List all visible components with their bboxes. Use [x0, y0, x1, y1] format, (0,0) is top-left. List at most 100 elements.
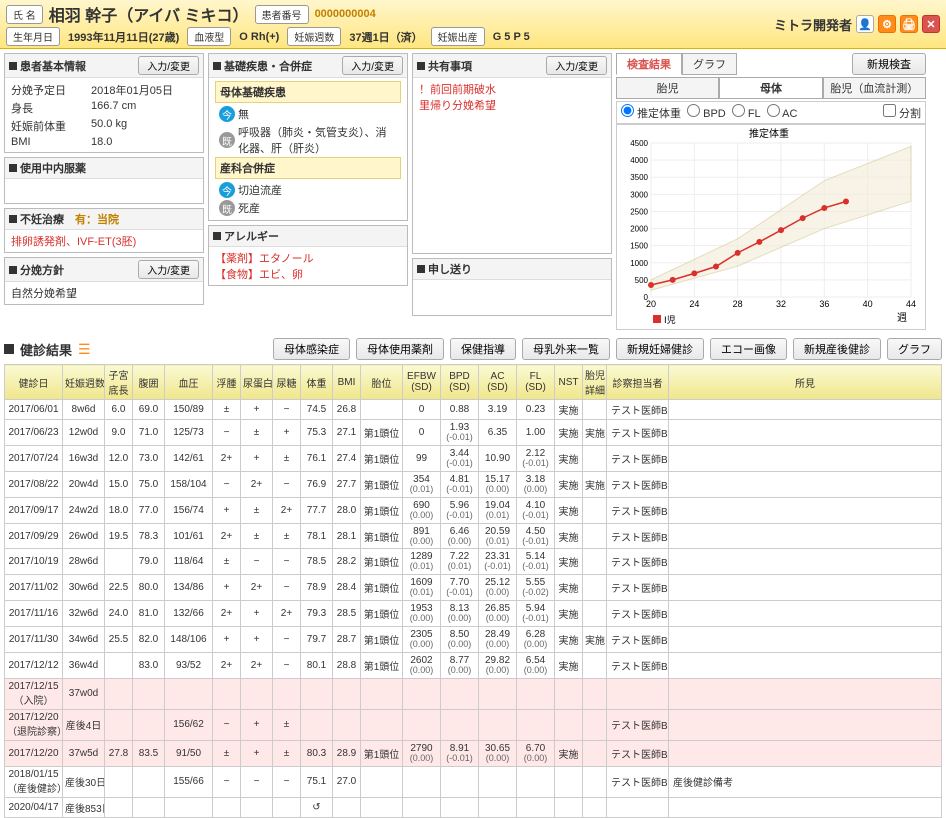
growth-chart: 0500100015002000250030003500400045002024…: [616, 124, 926, 330]
column-header: 子宮底長: [105, 365, 133, 400]
svg-text:2500: 2500: [630, 207, 648, 216]
svg-text:44: 44: [906, 299, 916, 309]
column-header: EFBW(SD): [403, 365, 441, 400]
table-row[interactable]: 2020/04/17産後853日↺: [5, 797, 942, 817]
subtab-fetus[interactable]: 胎児: [616, 77, 719, 99]
table-row[interactable]: 2017/08/2220w4d15.075.0158/104−2+−76.927…: [5, 471, 942, 497]
settings-icon[interactable]: ⚙: [878, 15, 896, 33]
print-icon[interactable]: 🖨: [900, 15, 918, 33]
meds-title: 使用中内服薬: [20, 163, 86, 175]
edit-shared-button[interactable]: 入力/変更: [546, 56, 607, 75]
birth-value: G 5 P 5: [493, 31, 530, 43]
table-row[interactable]: 2017/11/3034w6d25.582.0148/106++−79.728.…: [5, 627, 942, 653]
edit-underlying-button[interactable]: 入力/変更: [342, 56, 403, 75]
svg-text:20: 20: [646, 299, 656, 309]
label-weeks: 妊娠週数: [287, 27, 341, 46]
tab-results[interactable]: 検査結果: [616, 53, 682, 75]
lower-button[interactable]: グラフ: [887, 338, 942, 360]
patient-header: 氏 名 相羽 幹子（アイバ ミキコ） 患者番号 0000000004 生年月日 …: [0, 0, 946, 49]
column-header: 尿糖: [273, 365, 301, 400]
table-row[interactable]: 2017/09/2926w0d19.578.3101/612+±±78.128.…: [5, 523, 942, 549]
radio-efw[interactable]: 推定体重: [621, 104, 681, 121]
referral-title: 申し送り: [428, 264, 472, 276]
underlying-title: 基礎疾患・合併症: [224, 61, 312, 73]
svg-text:500: 500: [635, 276, 649, 285]
radio-fl[interactable]: FL: [732, 104, 761, 121]
column-header: 体重: [301, 365, 333, 400]
table-row[interactable]: 2017/06/2312w0d9.071.0125/73−±+75.327.1第…: [5, 420, 942, 446]
table-row[interactable]: 2017/11/0230w6d22.580.0134/86+2+−78.928.…: [5, 575, 942, 601]
lower-button[interactable]: 母乳外来一覧: [522, 338, 610, 360]
svg-text:36: 36: [819, 299, 829, 309]
lower-button[interactable]: 保健指導: [450, 338, 516, 360]
lower-button[interactable]: エコー画像: [710, 338, 787, 360]
table-row[interactable]: 2017/12/20（退院診察）産後4日156/62−+±テスト医師B: [5, 709, 942, 740]
radio-ac[interactable]: AC: [767, 104, 798, 121]
svg-text:週: 週: [897, 312, 907, 324]
patient-id: 0000000004: [315, 8, 376, 20]
infert-detail: 排卵誘発剤、IVF-ET(3胚): [11, 236, 136, 248]
label-dob: 生年月日: [6, 27, 60, 46]
column-header: AC(SD): [479, 365, 517, 400]
today-icon: 今: [219, 106, 235, 122]
blood-value: O Rh(+): [239, 31, 279, 43]
column-header: NST: [555, 365, 583, 400]
column-header: 浮腫: [213, 365, 241, 400]
panel-referral: 申し送り: [412, 258, 612, 316]
panel-shared: 共有事項 入力/変更 ！前回前期破水 里帰り分娩希望: [412, 53, 612, 254]
table-row[interactable]: 2017/12/15（入院）37w0d: [5, 678, 942, 709]
svg-text:3500: 3500: [630, 173, 648, 182]
label-patient-id: 患者番号: [255, 5, 309, 24]
exam-results-title: 健診結果: [20, 340, 72, 359]
svg-text:推定体重: 推定体重: [749, 127, 789, 140]
patient-name: 相羽 幹子（アイバ ミキコ）: [49, 2, 249, 26]
lower-button[interactable]: 母体使用薬剤: [356, 338, 444, 360]
label-birth: 妊娠出産: [431, 27, 485, 46]
column-header: 健診日: [5, 365, 63, 400]
column-header: 妊娠週数: [63, 365, 105, 400]
close-icon[interactable]: ✕: [922, 15, 940, 33]
column-header: 胎位: [361, 365, 403, 400]
lower-button[interactable]: 新規産後健診: [793, 338, 881, 360]
table-row[interactable]: 2017/10/1928w6d79.0118/64±−−78.528.2第1頭位…: [5, 549, 942, 575]
column-header: BMI: [333, 365, 361, 400]
edit-delivery-button[interactable]: 入力/変更: [138, 260, 199, 279]
table-row[interactable]: 2017/09/1724w2d18.077.0156/74+±2+77.728.…: [5, 497, 942, 523]
column-header: 診察担当者: [607, 365, 669, 400]
subtab-mother[interactable]: 母体: [719, 77, 822, 99]
lower-button[interactable]: 新規妊婦健診: [616, 338, 704, 360]
label-name: 氏 名: [6, 5, 43, 24]
dob-value: 1993年11月11日(27歳): [68, 29, 179, 45]
checkbox-split[interactable]: 分割: [883, 104, 921, 121]
table-row[interactable]: 2017/12/2037w5d27.883.591/50±+±80.328.9第…: [5, 740, 942, 766]
infert-title: 不妊治療: [20, 214, 64, 226]
profile-icon[interactable]: 👤: [856, 15, 874, 33]
table-row[interactable]: 2017/07/2416w3d12.073.0142/612++±76.127.…: [5, 445, 942, 471]
table-row[interactable]: 2018/01/15（産後健診）産後30日155/66−−−75.127.0テス…: [5, 766, 942, 797]
subtab-fetus-flow[interactable]: 胎児（血流計測）: [823, 77, 926, 99]
svg-text:2000: 2000: [630, 225, 648, 234]
svg-text:4500: 4500: [630, 139, 648, 148]
allergy-title: アレルギー: [224, 231, 279, 243]
history-icon: 既: [219, 200, 235, 216]
tab-graph[interactable]: グラフ: [682, 53, 737, 75]
column-header: 尿蛋白: [241, 365, 273, 400]
svg-text:24: 24: [689, 299, 699, 309]
lower-button[interactable]: 母体感染症: [273, 338, 350, 360]
svg-text:1000: 1000: [630, 259, 648, 268]
table-row[interactable]: 2017/11/1632w6d24.081.0132/662++2+79.328…: [5, 601, 942, 627]
shared-title: 共有事項: [428, 61, 472, 73]
today-icon: 今: [219, 182, 235, 198]
edit-basic-button[interactable]: 入力/変更: [138, 56, 199, 75]
table-row[interactable]: 2017/12/1236w4d83.093/522+2+−80.128.8第1頭…: [5, 653, 942, 679]
basic-title: 患者基本情報: [20, 61, 86, 73]
svg-text:28: 28: [733, 299, 743, 309]
panel-basic-info: 患者基本情報 入力/変更 分娩予定日2018年01月05日 身長166.7 cm…: [4, 53, 204, 153]
column-header: 所見: [669, 365, 942, 400]
panel-delivery: 分娩方針 入力/変更 自然分娩希望: [4, 257, 204, 305]
new-exam-button[interactable]: 新規検査: [852, 53, 926, 75]
list-icon[interactable]: ☰: [78, 341, 91, 358]
radio-bpd[interactable]: BPD: [687, 104, 726, 121]
column-header: FL(SD): [517, 365, 555, 400]
table-row[interactable]: 2017/06/018w6d6.069.0150/89±+−74.526.800…: [5, 400, 942, 420]
